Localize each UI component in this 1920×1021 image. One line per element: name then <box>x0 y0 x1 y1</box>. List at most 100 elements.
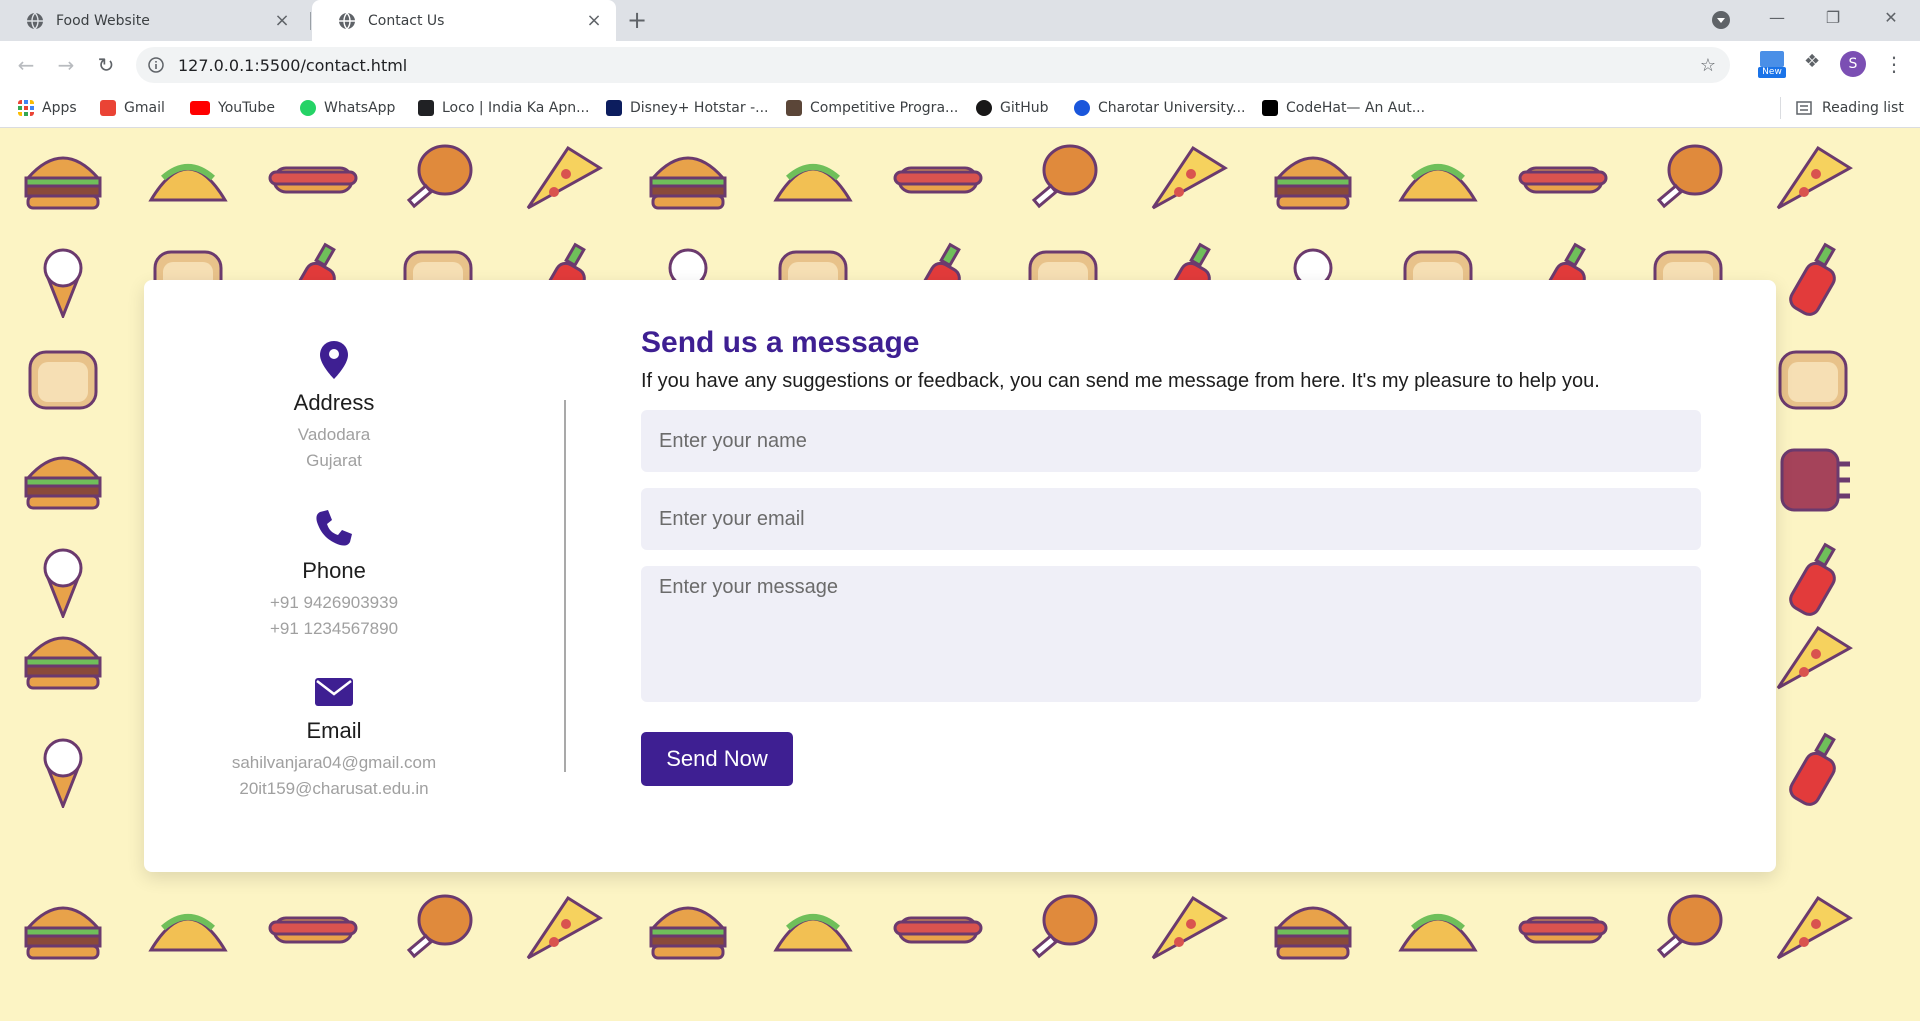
taco-icon <box>768 888 858 972</box>
send-now-button[interactable]: Send Now <box>641 732 793 786</box>
hotstar-icon <box>606 100 622 116</box>
forward-arrow-icon[interactable]: → <box>52 51 80 79</box>
phone-icon <box>316 510 352 546</box>
bookmark-whatsapp[interactable]: WhatsApp <box>300 89 395 127</box>
bookmark-star-icon[interactable]: ☆ <box>1700 55 1716 76</box>
reading-list-button[interactable]: Reading list <box>1796 89 1904 127</box>
bookmark-label: WhatsApp <box>324 100 396 116</box>
codechef-icon <box>786 100 802 116</box>
bookmark-hotstar[interactable]: Disney+ Hotstar -... <box>606 89 768 127</box>
github-icon <box>976 100 992 116</box>
bookmark-label: Loco | India Ka Apn... <box>442 100 590 116</box>
sauce-icon <box>1768 238 1858 322</box>
pizza-icon <box>518 138 608 222</box>
tab-food-website[interactable]: Food Website × <box>0 0 304 41</box>
globe-icon <box>339 12 355 29</box>
bookmarks-separator <box>1780 97 1781 119</box>
tab-search-icon[interactable] <box>1712 11 1730 29</box>
burger-icon <box>18 438 108 522</box>
close-window-icon[interactable]: ✕ <box>1876 8 1906 32</box>
menu-kebab-icon[interactable]: ⋮ <box>1884 51 1904 77</box>
tab-title: Contact Us <box>368 12 445 29</box>
new-badge: New <box>1758 67 1786 78</box>
close-tab-icon[interactable]: × <box>274 11 290 29</box>
bookmark-loco[interactable]: Loco | India Ka Apn... <box>418 89 589 127</box>
ribs-icon <box>1768 438 1858 522</box>
taco-icon <box>143 138 233 222</box>
taco-icon <box>143 888 233 972</box>
globe-icon <box>27 12 43 29</box>
bookmark-codehat[interactable]: CodeHat— An Aut... <box>1262 89 1425 127</box>
burger-icon <box>18 888 108 972</box>
back-arrow-icon[interactable]: ← <box>12 51 40 79</box>
tab-title: Food Website <box>56 12 150 29</box>
bookmark-gmail[interactable]: Gmail <box>100 89 165 127</box>
email-block: Email sahilvanjara04@gmail.com 20it159@c… <box>204 676 464 802</box>
drumstick-icon <box>1643 138 1733 222</box>
hotdog-icon <box>1518 138 1608 222</box>
sauce-icon <box>1768 728 1858 812</box>
name-input[interactable] <box>641 410 1701 472</box>
drumstick-icon <box>393 138 483 222</box>
profile-avatar[interactable]: S <box>1840 51 1866 77</box>
bookmark-apps[interactable]: Apps <box>18 89 77 127</box>
email-title: Email <box>306 718 362 743</box>
taco-icon <box>1393 138 1483 222</box>
vertical-divider <box>564 400 566 772</box>
bookmark-label: Gmail <box>124 100 165 116</box>
email-input[interactable] <box>641 488 1701 550</box>
hotdog-icon <box>893 888 983 972</box>
hotdog-icon <box>268 888 358 972</box>
burger-icon <box>1268 138 1358 222</box>
browser-toolbar: ← → ↻ 127.0.0.1:5500/contact.html ☆ New … <box>0 41 1920 89</box>
icecream-icon <box>18 238 108 322</box>
phone-block: Phone +91 9426903939 +91 1234567890 <box>204 508 464 642</box>
extensions-puzzle-icon[interactable]: ❖ <box>1804 51 1824 72</box>
address-bar[interactable]: 127.0.0.1:5500/contact.html ☆ <box>136 47 1730 83</box>
bookmark-label: Charotar University... <box>1098 100 1246 116</box>
email-address: sahilvanjara04@gmail.com <box>231 753 437 772</box>
loco-icon <box>418 100 434 116</box>
reading-list-label: Reading list <box>1822 100 1904 116</box>
burger-icon <box>643 888 733 972</box>
restore-icon[interactable]: ❐ <box>1818 8 1848 32</box>
bookmark-competitive-programming[interactable]: Competitive Progra... <box>786 89 958 127</box>
minimize-icon[interactable]: — <box>1762 8 1792 32</box>
drumstick-icon <box>1018 138 1108 222</box>
contact-page: Address Vadodara Gujarat Phone +91 94269… <box>0 128 1920 1021</box>
phone-number: +91 1234567890 <box>269 619 399 638</box>
taco-icon <box>768 138 858 222</box>
close-tab-icon[interactable]: × <box>586 11 602 29</box>
envelope-icon <box>315 678 353 706</box>
message-textarea[interactable] <box>641 566 1701 702</box>
message-form: Send us a message If you have any sugges… <box>641 326 1701 786</box>
bookmark-github[interactable]: GitHub <box>976 89 1049 127</box>
pizza-icon <box>1143 888 1233 972</box>
bookmark-label: Competitive Progra... <box>810 100 959 116</box>
pizza-icon <box>1768 618 1858 702</box>
hotdog-icon <box>1518 888 1608 972</box>
bookmark-youtube[interactable]: YouTube <box>190 89 275 127</box>
gmail-icon <box>100 100 116 116</box>
pizza-icon <box>1768 138 1858 222</box>
screen-capture-extension-icon[interactable]: New <box>1758 51 1786 81</box>
phone-title: Phone <box>302 558 366 583</box>
email-address: 20it159@charusat.edu.in <box>239 779 429 798</box>
site-info-icon[interactable] <box>148 57 164 73</box>
bookmark-charusat[interactable]: Charotar University... <box>1074 89 1246 127</box>
contact-info: Address Vadodara Gujarat Phone +91 94269… <box>204 340 464 836</box>
reload-icon[interactable]: ↻ <box>92 51 120 79</box>
bookmark-label: Apps <box>42 100 77 116</box>
tab-contact-us[interactable]: Contact Us × <box>312 0 616 41</box>
hotdog-icon <box>893 138 983 222</box>
new-tab-button[interactable]: + <box>624 8 650 34</box>
phone-number: +91 9426903939 <box>269 593 399 612</box>
form-description: If you have any suggestions or feedback,… <box>641 370 1600 392</box>
bookmark-label: Disney+ Hotstar -... <box>630 100 769 116</box>
sauce-icon <box>1768 538 1858 622</box>
bookmark-label: YouTube <box>218 100 275 116</box>
hotdog-icon <box>268 138 358 222</box>
burger-icon <box>18 138 108 222</box>
bookmark-label: GitHub <box>1000 100 1049 116</box>
address-line: Gujarat <box>306 451 362 470</box>
